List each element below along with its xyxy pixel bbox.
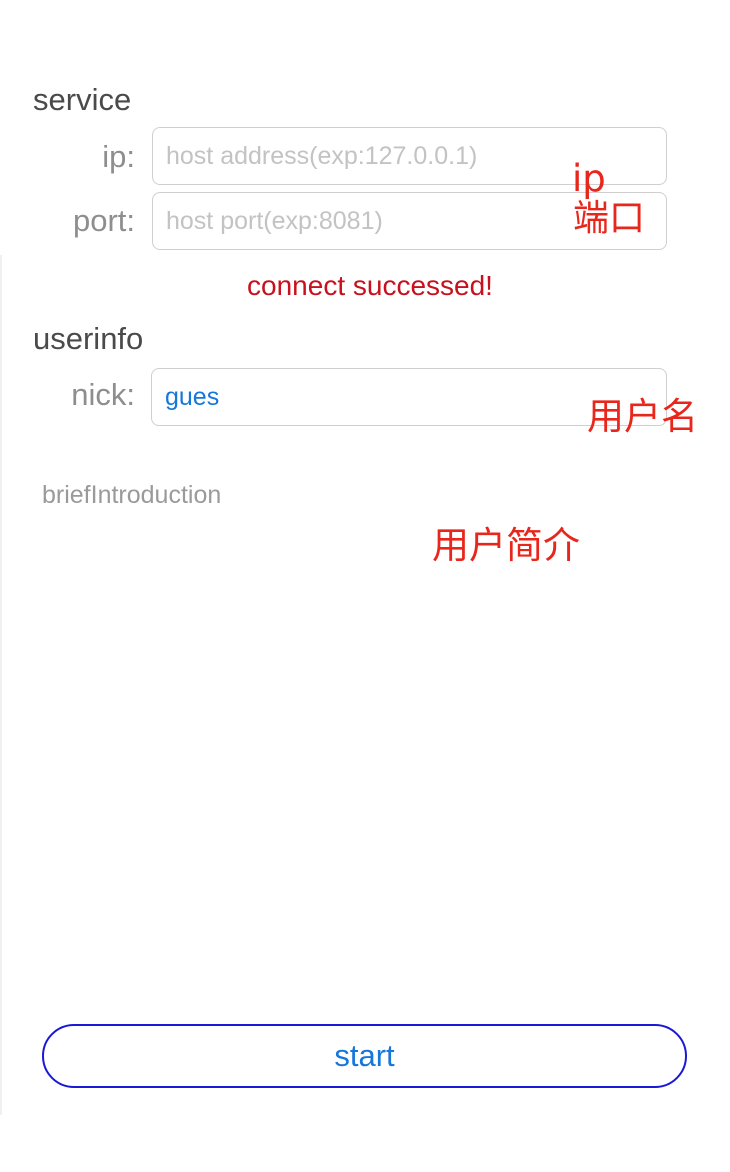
brief-annotation: 用户简介 [432, 524, 580, 567]
ip-label: ip: [102, 139, 135, 174]
start-button[interactable]: start [42, 1024, 687, 1088]
brief-introduction-label: briefIntroduction [42, 481, 222, 509]
userinfo-section-title: userinfo [33, 321, 144, 356]
ip-annotation: ip [572, 157, 606, 200]
port-annotation: 端口 [573, 198, 646, 239]
connection-status-message: connect successed! [247, 270, 493, 301]
port-label: port: [72, 203, 135, 238]
nick-label: nick: [71, 377, 135, 412]
left-edge-divider [0, 255, 2, 1115]
nick-annotation: 用户名 [587, 395, 698, 438]
service-section-title: service [33, 82, 132, 117]
